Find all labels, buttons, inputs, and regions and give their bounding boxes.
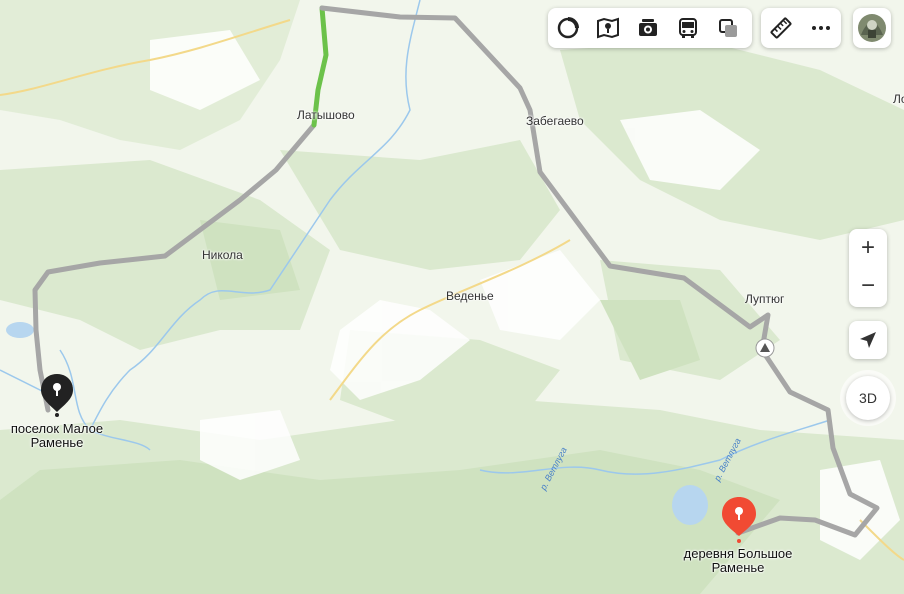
- map-legend-button[interactable]: [588, 8, 628, 48]
- map-tools-toolbar: [761, 8, 841, 48]
- user-avatar-button[interactable]: [853, 8, 891, 48]
- layers-stack-button[interactable]: [708, 8, 748, 48]
- map-layers-toolbar: [548, 8, 752, 48]
- place-label-latyshovo: Латышово: [297, 108, 355, 122]
- place-label-zabegaevo: Забегаево: [526, 114, 584, 128]
- panorama-button[interactable]: [628, 8, 668, 48]
- transit-bus-icon: [679, 18, 697, 38]
- transit-button[interactable]: [668, 8, 708, 48]
- start-marker-label[interactable]: поселок Малое Раменье: [2, 422, 112, 450]
- 3d-mode-button[interactable]: 3D: [846, 376, 890, 420]
- layers-stack-icon: [719, 19, 737, 37]
- place-label-nikola: Никола: [202, 248, 243, 262]
- panorama-camera-icon: [639, 19, 657, 36]
- more-button[interactable]: [801, 8, 841, 48]
- layers-icon: [557, 17, 579, 39]
- more-icon: [812, 26, 830, 30]
- place-label-lo: Ло: [893, 92, 904, 106]
- compass-3d-control[interactable]: 3D: [840, 370, 896, 426]
- zoom-controls: + −: [849, 229, 887, 307]
- start-marker-label-line2: Раменье: [30, 435, 84, 450]
- end-marker-label[interactable]: деревня Большое Раменье: [676, 547, 800, 575]
- end-marker-label-line1: деревня Большое: [683, 546, 793, 561]
- ruler-button[interactable]: [761, 8, 801, 48]
- end-marker-label-line2: Раменье: [711, 560, 765, 575]
- zoom-out-button[interactable]: −: [849, 267, 887, 305]
- place-label-luptyug: Луптюг: [745, 292, 785, 306]
- ruler-icon: [770, 17, 792, 39]
- avatar: [858, 14, 886, 42]
- layers-button[interactable]: [548, 8, 588, 48]
- geolocation-button[interactable]: [849, 321, 887, 359]
- start-marker-label-line1: поселок Малое: [10, 421, 104, 436]
- location-arrow-icon: [860, 332, 876, 348]
- map-legend-icon: [597, 17, 619, 39]
- road-warning-icon[interactable]: [755, 338, 775, 358]
- place-label-vedenye: Веденье: [446, 289, 494, 303]
- zoom-in-button[interactable]: +: [849, 229, 887, 267]
